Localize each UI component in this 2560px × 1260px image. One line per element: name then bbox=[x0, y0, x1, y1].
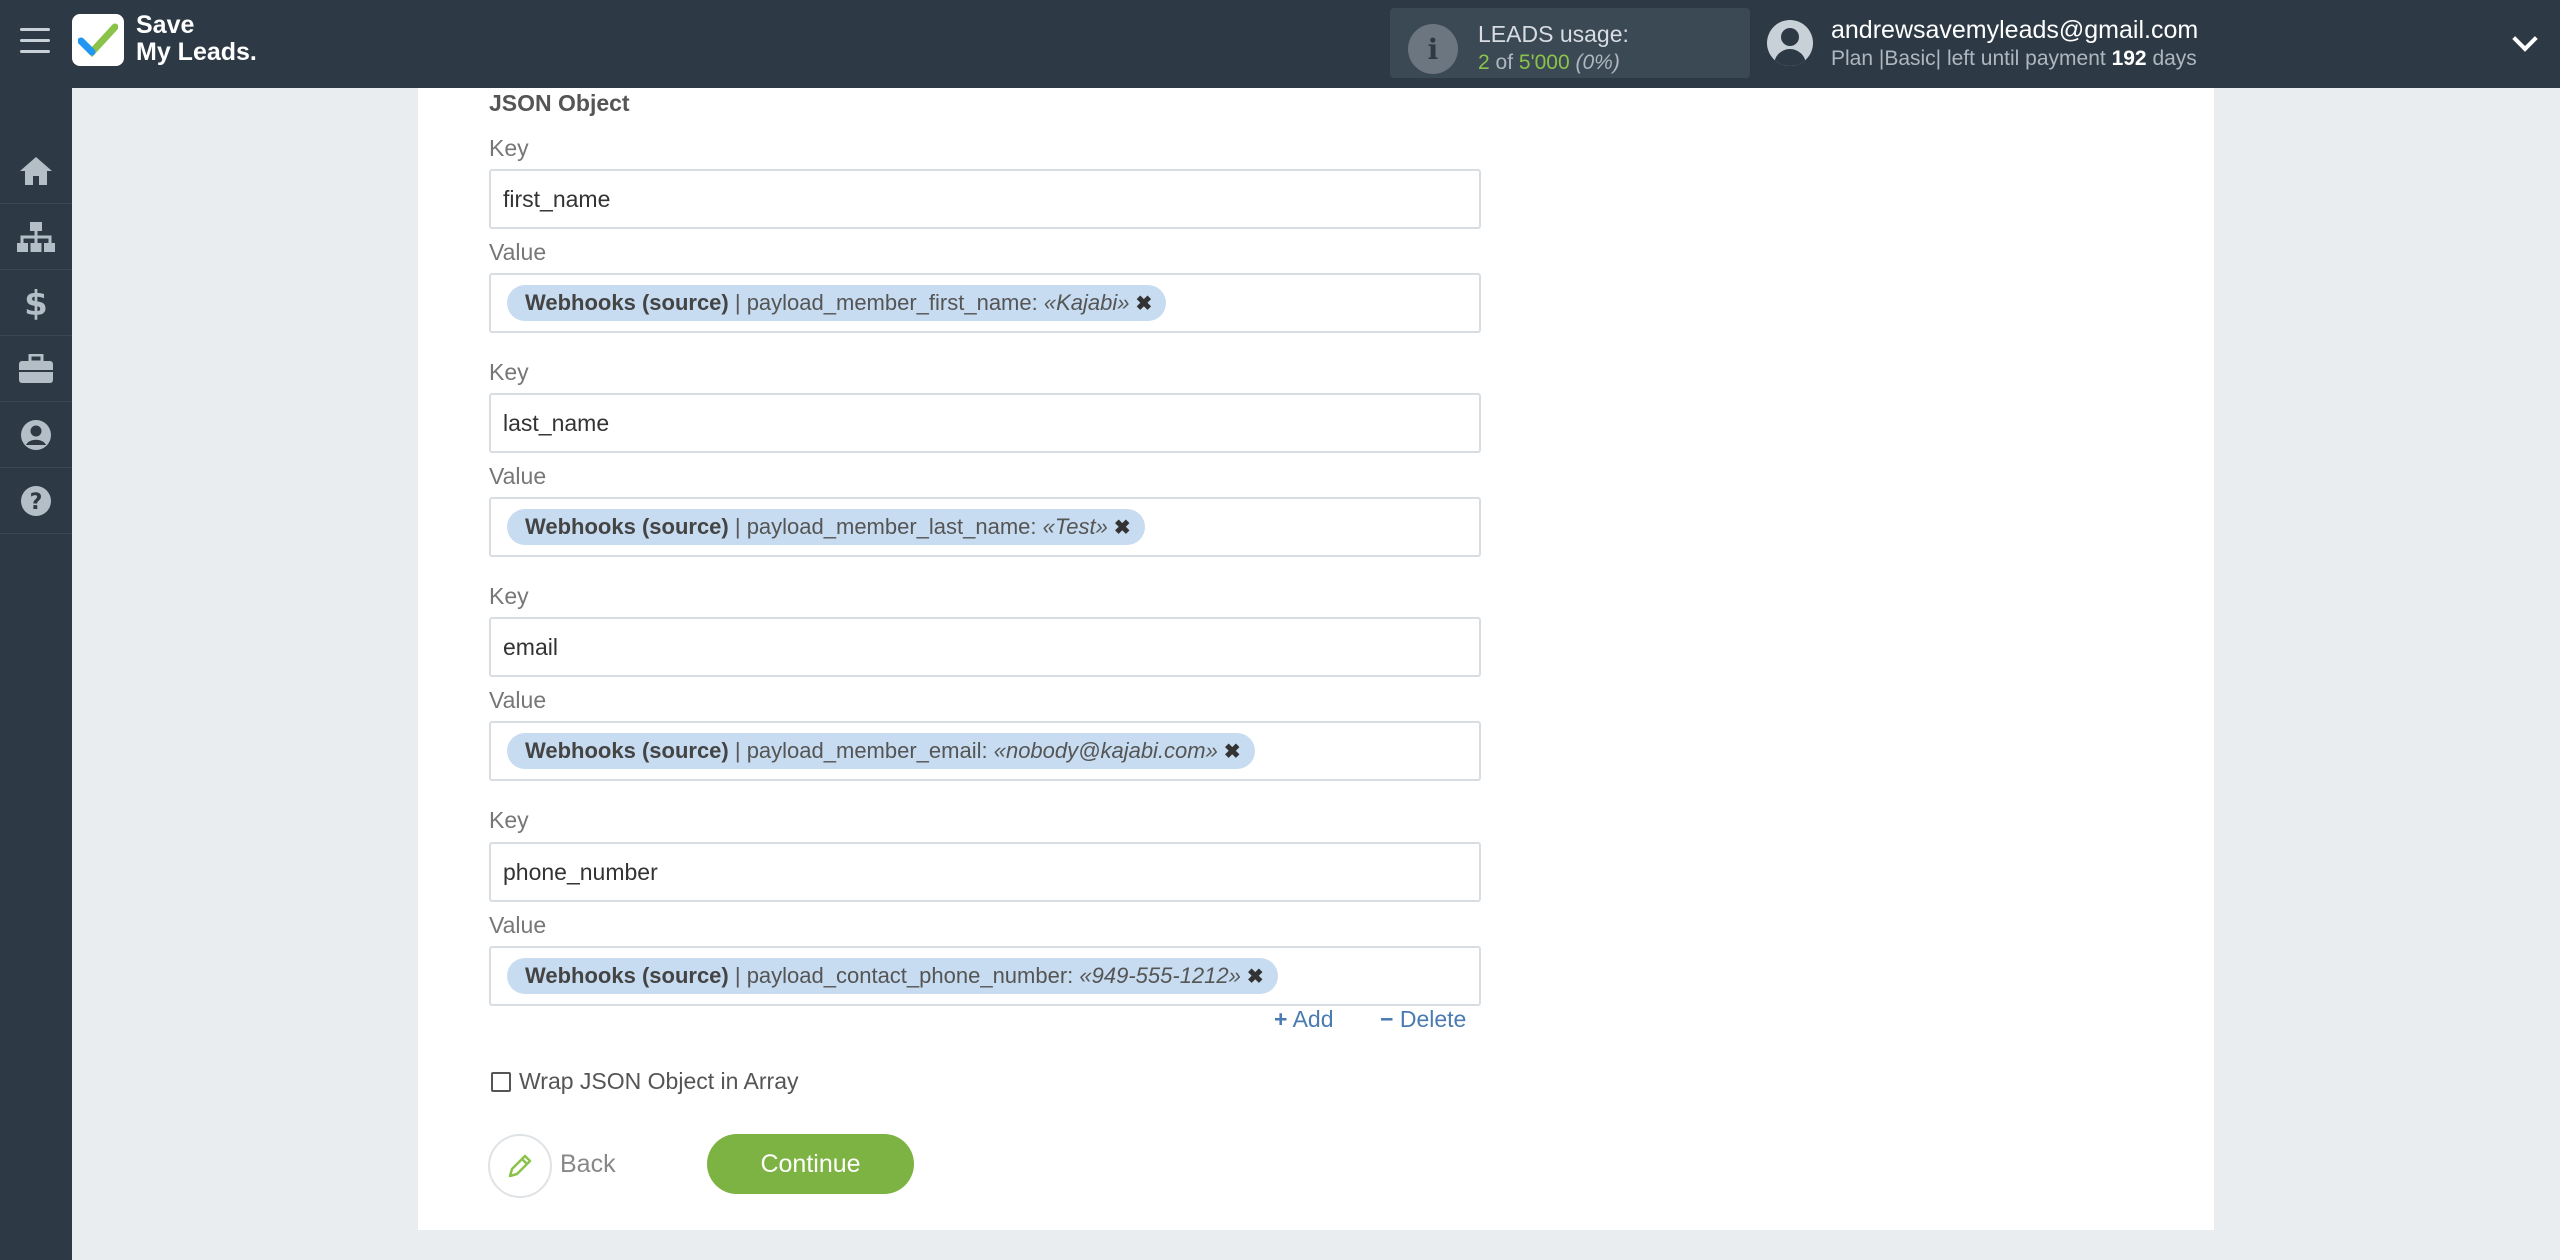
key-input[interactable]: phone_number bbox=[489, 842, 1481, 902]
value-label: Value bbox=[489, 463, 547, 489]
back-label[interactable]: Back bbox=[560, 1150, 616, 1179]
avatar[interactable] bbox=[1767, 20, 1813, 66]
sidebar-item-connections[interactable] bbox=[0, 204, 72, 270]
section-title: JSON Object bbox=[489, 90, 630, 116]
pencil-icon bbox=[508, 1154, 532, 1178]
continue-button[interactable]: Continue bbox=[707, 1134, 914, 1194]
dollar-icon: $ bbox=[24, 286, 48, 320]
value-tag[interactable]: Webhooks (source) | payload_member_last_… bbox=[507, 509, 1145, 545]
value-tag[interactable]: Webhooks (source) | payload_member_first… bbox=[507, 285, 1167, 321]
sidebar: $ ? bbox=[0, 88, 72, 1260]
value-tag[interactable]: Webhooks (source) | payload_contact_phon… bbox=[507, 958, 1278, 994]
briefcase-icon bbox=[19, 353, 53, 383]
minus-icon: − bbox=[1380, 1006, 1394, 1032]
leads-usage-panel: i LEADS usage: 2 of 5'000 (0%) bbox=[1390, 8, 1750, 78]
value-input[interactable]: Webhooks (source) | payload_member_last_… bbox=[489, 497, 1481, 557]
key-label: Key bbox=[489, 359, 529, 385]
key-label: Key bbox=[489, 807, 529, 833]
home-icon bbox=[20, 156, 52, 185]
value-input[interactable]: Webhooks (source) | payload_member_first… bbox=[489, 273, 1481, 333]
chevron-down-icon[interactable] bbox=[2512, 26, 2538, 52]
key-label: Key bbox=[489, 135, 529, 161]
key-input[interactable]: last_name bbox=[489, 393, 1481, 453]
wrap-array-label: Wrap JSON Object in Array bbox=[519, 1068, 799, 1094]
logo-text[interactable]: Save My Leads. bbox=[136, 12, 257, 66]
menu-icon[interactable] bbox=[20, 28, 50, 58]
top-bar: Save My Leads. i LEADS usage: 2 of 5'000… bbox=[0, 0, 2560, 88]
key-label: Key bbox=[489, 583, 529, 609]
value-label: Value bbox=[489, 912, 547, 938]
info-icon: i bbox=[1408, 24, 1458, 74]
sidebar-item-billing[interactable]: $ bbox=[0, 270, 72, 336]
key-input[interactable]: email bbox=[489, 617, 1481, 677]
value-input[interactable]: Webhooks (source) | payload_contact_phon… bbox=[489, 946, 1481, 1006]
user-email[interactable]: andrewsavemyleads@gmail.com bbox=[1831, 16, 2198, 45]
logo-icon[interactable] bbox=[72, 14, 124, 66]
remove-tag-icon[interactable]: ✖ bbox=[1224, 739, 1241, 764]
back-button[interactable] bbox=[488, 1134, 552, 1198]
value-tag[interactable]: Webhooks (source) | payload_member_email… bbox=[507, 733, 1255, 769]
svg-text:?: ? bbox=[30, 490, 43, 515]
wrap-array-row[interactable]: Wrap JSON Object in Array bbox=[491, 1068, 799, 1095]
sitemap-icon bbox=[17, 221, 55, 252]
user-circle-icon bbox=[21, 419, 51, 450]
help-icon: ? bbox=[21, 485, 51, 516]
value-label: Value bbox=[489, 239, 547, 265]
sidebar-item-home[interactable] bbox=[0, 138, 72, 204]
svg-text:$: $ bbox=[24, 286, 48, 320]
user-plan: Plan |Basic| left until payment 192 days bbox=[1831, 47, 2197, 70]
usage-count: 2 of 5'000 (0%) bbox=[1478, 51, 1620, 74]
remove-tag-icon[interactable]: ✖ bbox=[1114, 515, 1131, 540]
plus-icon: + bbox=[1274, 1006, 1288, 1032]
sidebar-item-help[interactable]: ? bbox=[0, 468, 72, 534]
remove-tag-icon[interactable]: ✖ bbox=[1135, 291, 1152, 316]
sidebar-item-account[interactable] bbox=[0, 402, 72, 468]
value-label: Value bbox=[489, 687, 547, 713]
value-input[interactable]: Webhooks (source) | payload_member_email… bbox=[489, 721, 1481, 781]
remove-tag-icon[interactable]: ✖ bbox=[1247, 964, 1264, 989]
usage-label: LEADS usage: bbox=[1478, 21, 1629, 47]
key-input[interactable]: first_name bbox=[489, 169, 1481, 229]
sidebar-item-tools[interactable] bbox=[0, 336, 72, 402]
delete-button[interactable]: − Delete bbox=[1380, 1006, 1466, 1033]
wrap-array-checkbox[interactable] bbox=[491, 1071, 511, 1092]
add-button[interactable]: + Add bbox=[1274, 1006, 1334, 1033]
